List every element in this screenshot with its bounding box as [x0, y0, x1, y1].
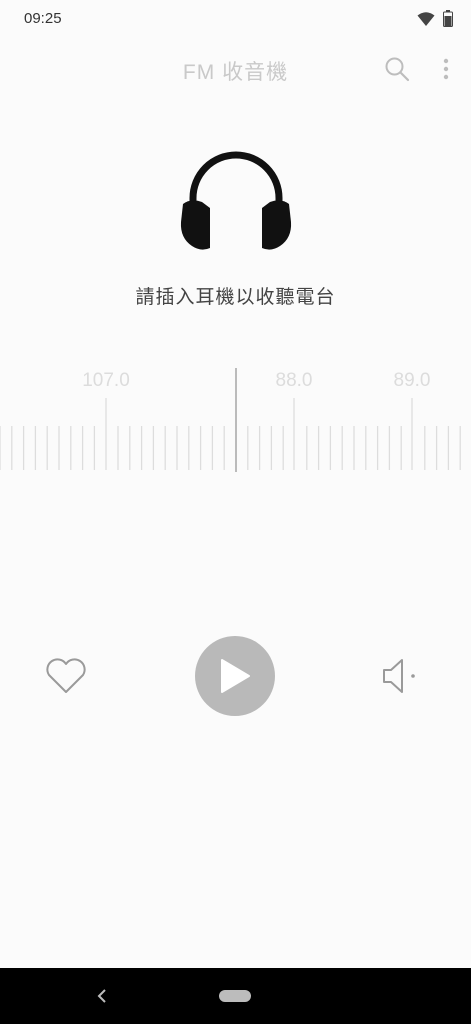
speaker-icon	[383, 659, 403, 693]
battery-icon	[443, 10, 453, 27]
speaker-button[interactable]	[380, 656, 420, 696]
search-icon	[385, 57, 410, 82]
favorite-button[interactable]	[44, 656, 88, 696]
frequency-label-88: 88.0	[275, 370, 313, 391]
status-bar: 09:25	[0, 0, 471, 38]
more-vert-icon	[443, 58, 449, 80]
more-options-button[interactable]	[434, 52, 458, 86]
play-icon	[221, 659, 250, 693]
search-button[interactable]	[380, 52, 414, 86]
wifi-icon	[417, 11, 435, 26]
nav-home-pill[interactable]	[219, 990, 251, 1002]
heart-outline-icon	[46, 658, 86, 693]
headphones-icon	[180, 151, 292, 250]
playback-controls	[0, 630, 471, 730]
play-button[interactable]	[195, 636, 275, 716]
frequency-label-107: 107.0	[82, 370, 130, 391]
frequency-label-89: 89.0	[393, 370, 431, 391]
insert-headphones-message: 請插入耳機以收聽電台	[135, 287, 336, 308]
nav-back-icon[interactable]	[92, 982, 112, 1010]
navigation-bar	[0, 968, 471, 1024]
status-icons	[417, 10, 453, 27]
frequency-tuner[interactable]: 107.0 88.0 89.0	[0, 360, 471, 480]
status-time: 09:25	[24, 10, 62, 27]
app-bar: FM 收音機	[0, 44, 471, 96]
